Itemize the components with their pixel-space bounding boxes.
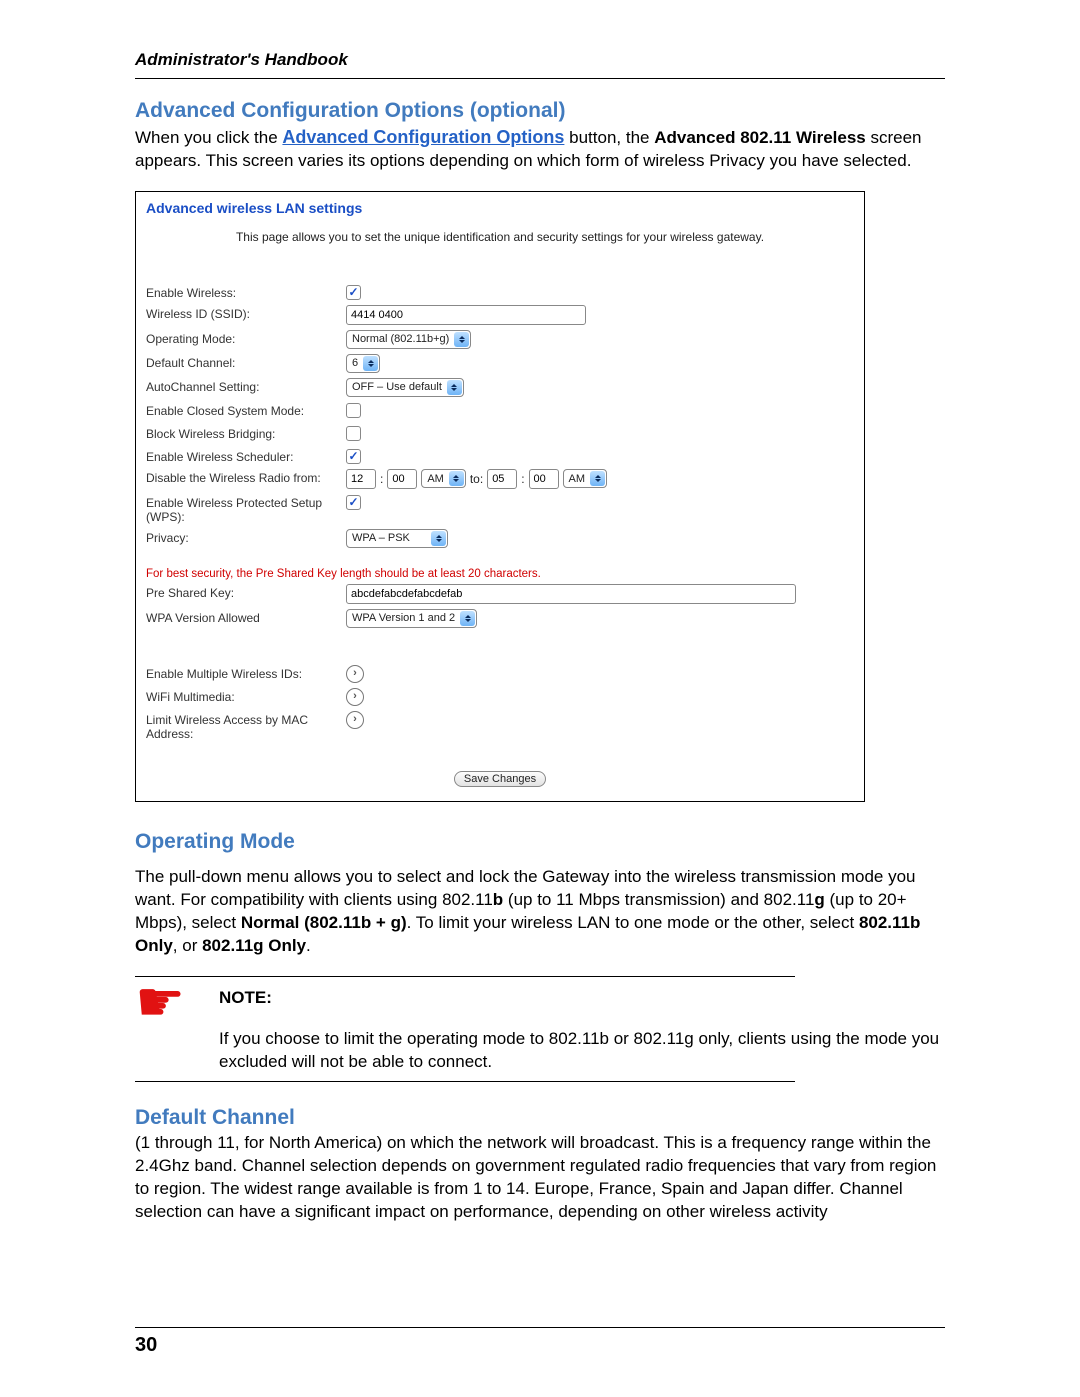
label-default-channel: Default Channel: [146, 354, 346, 370]
section-heading-advanced: Advanced Configuration Options (optional… [135, 99, 945, 123]
embedded-screenshot: Advanced wireless LAN settings This page… [135, 191, 865, 802]
checkbox-scheduler[interactable] [346, 449, 361, 464]
ssid-input[interactable] [346, 305, 586, 325]
text: , or [173, 936, 202, 955]
note-block: NOTE: If you choose to limit the operati… [135, 976, 945, 1083]
label-wps: Enable Wireless Protected Setup (WPS): [146, 494, 346, 524]
colon: : [380, 472, 383, 486]
label-wpa-version: WPA Version Allowed [146, 609, 346, 625]
from-min-input[interactable] [387, 469, 417, 489]
select-value: WPA – PSK [347, 532, 430, 544]
label-closed-system: Enable Closed System Mode: [146, 402, 346, 418]
label-mac-limit: Limit Wireless Access by MAC Address: [146, 711, 346, 741]
to-ampm-select[interactable]: AM [563, 469, 608, 488]
section-heading-default-channel: Default Channel [135, 1106, 945, 1130]
label-autochannel: AutoChannel Setting: [146, 378, 346, 394]
select-stepper-icon [431, 531, 446, 546]
label-multi-ids: Enable Multiple Wireless IDs: [146, 665, 346, 681]
select-stepper-icon [447, 380, 462, 395]
bottom-rule [135, 1327, 945, 1328]
default-channel-select[interactable]: 6 [346, 354, 380, 373]
section-heading-operating-mode: Operating Mode [135, 830, 945, 854]
to-min-input[interactable] [529, 469, 559, 489]
advanced-options-link[interactable]: Advanced Configuration Options [282, 127, 564, 147]
checkbox-closed-system[interactable] [346, 403, 361, 418]
expand-mac-limit-icon[interactable] [346, 711, 364, 729]
checkbox-block-bridging[interactable] [346, 426, 361, 441]
bold: 802.11g Only [202, 936, 306, 955]
select-value: AM [564, 473, 590, 485]
screenshot-title: Advanced wireless LAN settings [146, 200, 854, 216]
label-psk: Pre Shared Key: [146, 584, 346, 600]
save-changes-button[interactable]: Save Changes [454, 771, 546, 787]
select-stepper-icon [363, 356, 378, 371]
checkbox-wps[interactable] [346, 495, 361, 510]
screen-name-bold: Advanced 802.11 Wireless [654, 128, 866, 147]
label-ssid: Wireless ID (SSID): [146, 305, 346, 321]
checkbox-enable-wireless[interactable] [346, 285, 361, 300]
label-enable-wireless: Enable Wireless: [146, 284, 346, 300]
label-privacy: Privacy: [146, 529, 346, 545]
bold: b [493, 890, 503, 909]
wpa-version-select[interactable]: WPA Version 1 and 2 [346, 609, 477, 628]
bold: Normal (802.11b + g) [241, 913, 407, 932]
colon: : [521, 472, 524, 486]
default-channel-paragraph: (1 through 11, for North America) on whi… [135, 1132, 945, 1224]
select-value: Normal (802.11b+g) [347, 333, 453, 345]
select-value: 6 [347, 357, 362, 369]
select-value: OFF – Use default [347, 381, 446, 393]
select-stepper-icon [590, 471, 605, 486]
pointing-hand-icon [135, 987, 195, 1027]
note-body: If you choose to limit the operating mod… [219, 1029, 939, 1071]
to-hour-input[interactable] [487, 469, 517, 489]
note-rule-top [135, 976, 795, 977]
privacy-select[interactable]: WPA – PSK [346, 529, 448, 548]
select-stepper-icon [449, 471, 464, 486]
label-disable-radio: Disable the Wireless Radio from: [146, 469, 346, 485]
to-label: to: [470, 472, 483, 486]
label-block-bridging: Block Wireless Bridging: [146, 425, 346, 441]
note-label: NOTE: [219, 987, 945, 1010]
select-value: AM [422, 473, 448, 485]
select-value: WPA Version 1 and 2 [347, 612, 459, 624]
screenshot-desc: This page allows you to set the unique i… [146, 230, 854, 244]
page-number: 30 [135, 1334, 945, 1357]
operating-mode-paragraph: The pull-down menu allows you to select … [135, 866, 945, 958]
psk-input[interactable] [346, 584, 796, 604]
advanced-paragraph: When you click the Advanced Configuratio… [135, 125, 945, 173]
operating-mode-select[interactable]: Normal (802.11b+g) [346, 330, 471, 349]
label-scheduler: Enable Wireless Scheduler: [146, 448, 346, 464]
expand-multi-ids-icon[interactable] [346, 665, 364, 683]
note-rule-bottom [135, 1081, 795, 1082]
select-stepper-icon [460, 611, 475, 626]
label-operating-mode: Operating Mode: [146, 330, 346, 346]
text: . [306, 936, 311, 955]
from-ampm-select[interactable]: AM [421, 469, 466, 488]
text: . To limit your wireless LAN to one mode… [407, 913, 859, 932]
text: When you click the [135, 128, 282, 147]
text: button, the [569, 128, 654, 147]
text: (up to 11 Mbps transmission) and 802.11 [503, 890, 814, 909]
psk-security-note: For best security, the Pre Shared Key le… [146, 568, 854, 580]
label-wifi-multimedia: WiFi Multimedia: [146, 688, 346, 704]
top-rule [135, 78, 945, 79]
bold: g [814, 890, 824, 909]
expand-wifi-mm-icon[interactable] [346, 688, 364, 706]
autochannel-select[interactable]: OFF – Use default [346, 378, 464, 397]
from-hour-input[interactable] [346, 469, 376, 489]
running-header: Administrator's Handbook [135, 50, 945, 70]
select-stepper-icon [454, 332, 469, 347]
